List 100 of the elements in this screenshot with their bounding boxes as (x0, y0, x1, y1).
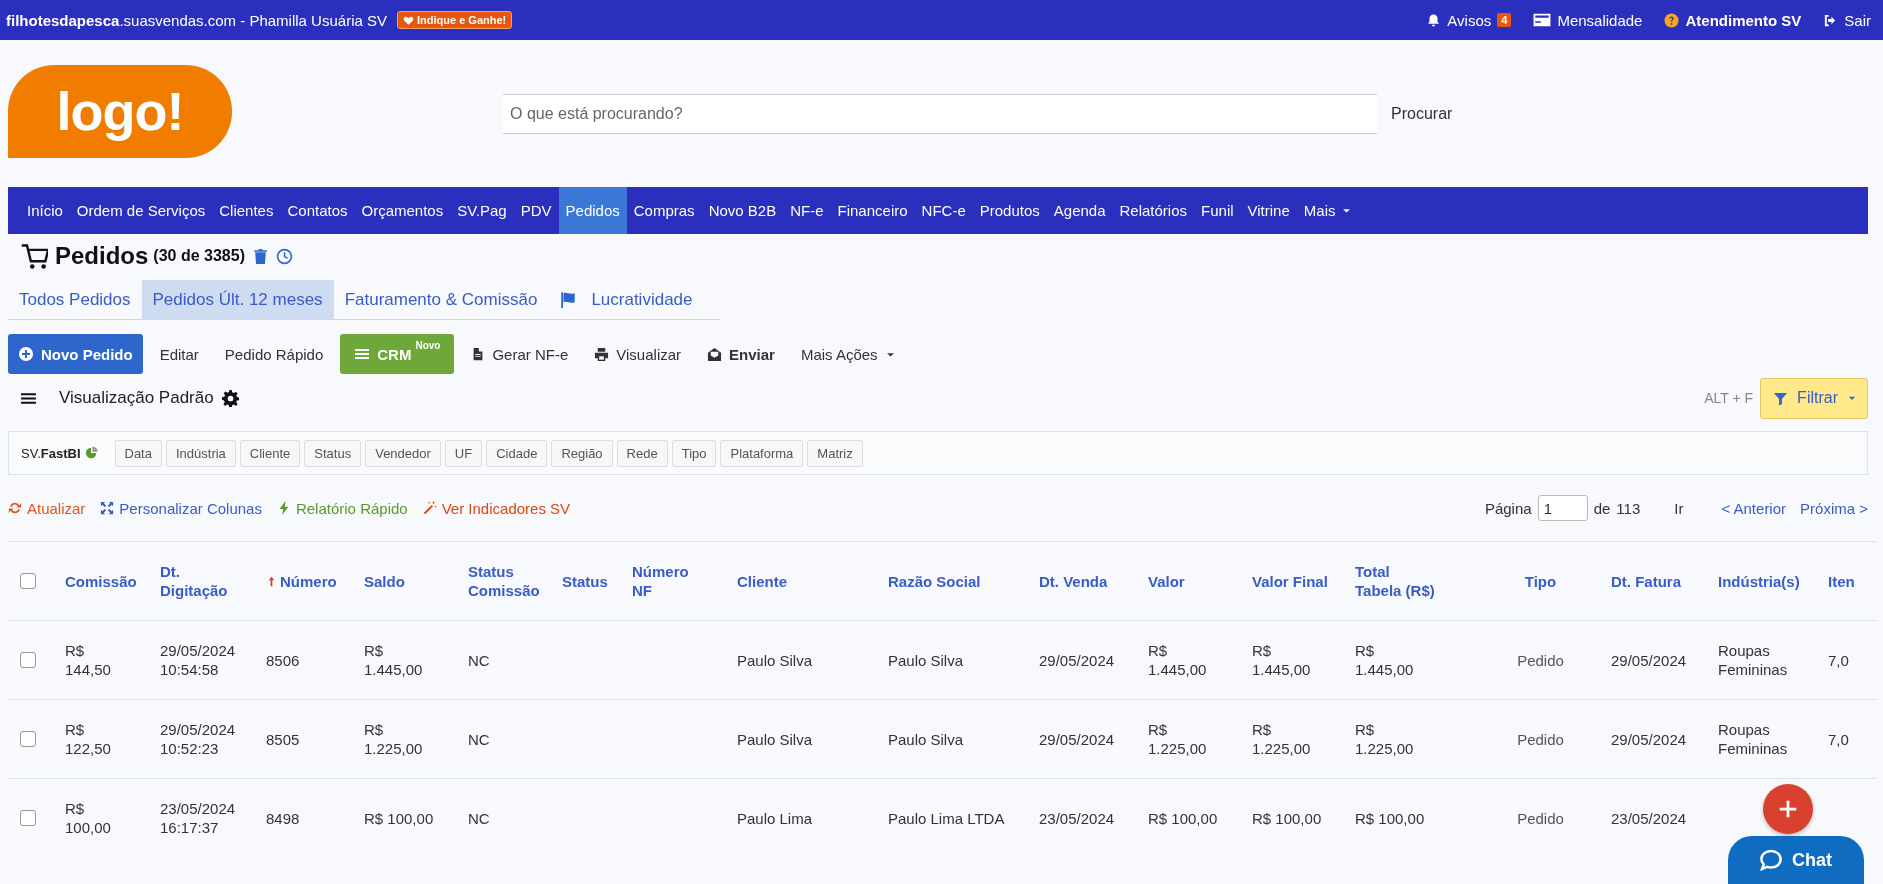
billing-link[interactable]: Mensalidade (1533, 11, 1643, 29)
filter-chip[interactable]: UF (444, 439, 483, 467)
nav-item[interactable]: Agenda (1046, 187, 1113, 234)
nav-item[interactable]: Início (20, 187, 70, 234)
table-cell-text: R$ 1.225,00 (1252, 720, 1312, 758)
next-link[interactable]: Próxima > (1800, 499, 1868, 517)
nav-item[interactable]: Orçamentos (354, 187, 451, 234)
support-link[interactable]: Atendimento SV (1664, 11, 1802, 29)
refresh-link[interactable]: Atualizar (8, 499, 86, 517)
filter-chip[interactable]: Vendedor (365, 439, 441, 467)
toolbar-button[interactable]: Editar (150, 334, 208, 374)
nav-item[interactable]: PDV (513, 187, 559, 234)
go-link[interactable]: Ir (1674, 499, 1684, 517)
logout-link[interactable]: Sair (1823, 11, 1871, 29)
chat-button[interactable]: Chat (1728, 836, 1864, 884)
nav-item[interactable]: Pedidos (558, 187, 627, 234)
notices-link[interactable]: Avisos 4 (1426, 11, 1512, 29)
dropdown-button[interactable]: Mais Ações (791, 334, 905, 374)
toolbar-button[interactable]: Visualizar (585, 334, 691, 374)
column-header[interactable]: Cliente (737, 571, 787, 591)
search-field[interactable]: O que está procurando? (503, 93, 1377, 134)
table-cell-text: 23/05/2024 (1611, 808, 1688, 828)
nav-item[interactable]: Vitrine (1240, 187, 1297, 234)
table-cell-text: 23/05/2024 (1039, 808, 1116, 828)
new-order-button[interactable]: Novo Pedido (8, 334, 143, 374)
heart-icon (403, 14, 414, 26)
nav-item[interactable]: Funil (1194, 187, 1241, 234)
nav-item[interactable]: Contatos (280, 187, 355, 234)
column-header[interactable]: Status (562, 571, 608, 591)
nav-item[interactable]: SV.Pag (450, 187, 514, 234)
table-cell-text: R$ 144,50 (65, 641, 112, 679)
column-header[interactable]: Dt. Venda (1039, 571, 1108, 591)
filter-button[interactable]: Filtrar (1760, 377, 1868, 419)
column-header[interactable]: Status Comissão (468, 562, 548, 600)
table-cell-text: R$ 100,00 (364, 808, 435, 828)
checkbox[interactable] (20, 731, 36, 747)
add-button[interactable] (1763, 784, 1813, 834)
filter-chip[interactable]: Região (551, 439, 613, 467)
column-header[interactable]: Tipo (1524, 571, 1557, 591)
checkbox[interactable] (20, 810, 36, 826)
nav-item[interactable]: Relatórios (1112, 187, 1195, 234)
column-header[interactable]: Saldo (364, 571, 405, 591)
filter-chip[interactable]: Status (304, 439, 362, 467)
column-header[interactable]: Valor (1148, 571, 1185, 591)
page-field[interactable]: 1 (1537, 495, 1588, 521)
table-cell-text: R$ 100,00 (65, 799, 112, 837)
checkbox[interactable] (20, 652, 36, 668)
filter-chip[interactable]: Tipo (671, 439, 717, 467)
customize-columns-link[interactable]: Personalizar Colunas (100, 499, 262, 517)
column-header[interactable]: Número NF (632, 562, 692, 600)
filter-chip[interactable]: Data (114, 439, 162, 467)
table-cell-text: NC (468, 808, 491, 828)
count-badge: 4 (1497, 13, 1512, 27)
table-cell-text: 29/05/2024 10:52:23 (160, 720, 237, 758)
nav-item[interactable]: NF-e (783, 187, 831, 234)
column-header[interactable]: Dt. Digitação (160, 562, 245, 600)
toolbar-button[interactable]: Pedido Rápido (215, 334, 333, 374)
toolbar-button[interactable]: Enviar (698, 334, 784, 374)
table-cell-text: 23/05/2024 16:17:37 (160, 799, 237, 837)
table-cell-text: R$ 1.445,00 (1148, 641, 1208, 679)
new-label: Novo (415, 340, 441, 351)
column-header[interactable]: Comissão (65, 571, 137, 591)
column-header[interactable]: Iten (1828, 571, 1855, 591)
table-cell-text: R$ 1.445,00 (1355, 641, 1415, 679)
tab[interactable]: Todos Pedidos (8, 280, 142, 319)
chat-bubble-icon (1760, 849, 1782, 871)
filter-chip[interactable]: Rede (616, 439, 668, 467)
table-cell-text: R$ 100,00 (1252, 808, 1323, 828)
filter-chip[interactable]: Indústria (165, 439, 236, 467)
nav-item[interactable]: Clientes (212, 187, 281, 234)
tab[interactable]: Lucratividade (548, 280, 704, 319)
nav-item[interactable]: NFC-e (914, 187, 973, 234)
checkbox[interactable] (20, 573, 36, 589)
nav-item[interactable]: Mais (1296, 187, 1360, 234)
column-header[interactable]: Valor Final (1252, 571, 1328, 591)
nav-item[interactable]: Compras (626, 187, 702, 234)
nav-item[interactable]: Ordem de Serviços (69, 187, 213, 234)
table-cell-text: Paulo Lima (737, 808, 814, 828)
referral-badge[interactable]: Indique e Ganhe! (397, 11, 513, 29)
column-header[interactable]: Razão Social (888, 571, 981, 591)
tab[interactable]: Pedidos Últ. 12 meses (141, 280, 334, 319)
toolbar-button[interactable]: Gerar NF-e (462, 334, 578, 374)
filter-chip[interactable]: Cidade (486, 439, 548, 467)
filter-chip[interactable]: Cliente (239, 439, 301, 467)
nav-item[interactable]: Novo B2B (701, 187, 784, 234)
filter-chip[interactable]: Plataforma (720, 439, 804, 467)
tab[interactable]: Faturamento & Comissão (333, 280, 549, 319)
column-header[interactable]: Total Tabela (R$) (1355, 562, 1435, 600)
indicators-link[interactable]: Ver Indicadores SV (422, 499, 571, 517)
previous-link[interactable]: < Anterior (1721, 499, 1787, 517)
card-icon (1533, 11, 1552, 29)
column-header[interactable]: Número (266, 571, 337, 591)
filter-chip[interactable]: Matriz (807, 439, 863, 467)
table-cell-text: Paulo Lima LTDA (888, 808, 1006, 828)
table-cell-text: R$ 1.225,00 (1148, 720, 1208, 758)
column-header[interactable]: Dt. Fatura (1611, 571, 1681, 591)
column-header[interactable]: Indústria(s) (1718, 571, 1800, 591)
search-button[interactable]: Procurar (1377, 104, 1467, 123)
nav-item[interactable]: Produtos (972, 187, 1047, 234)
nav-item[interactable]: Financeiro (830, 187, 915, 234)
